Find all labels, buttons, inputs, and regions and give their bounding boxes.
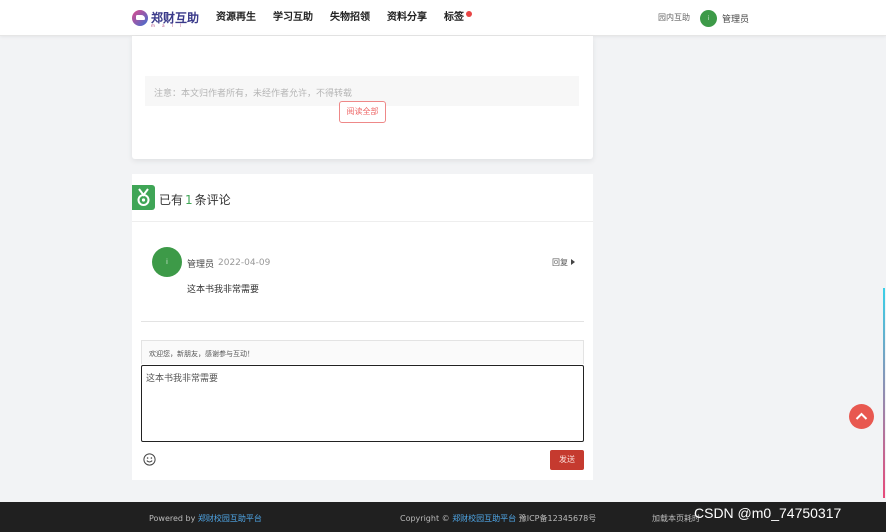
medal-icon [132, 185, 155, 210]
read-all-button[interactable]: 阅读全部 [339, 101, 386, 123]
top-navbar: 郑财互助 m a l l 资源再生 学习互助 失物招领 资料分享 标签 园内互助… [0, 0, 886, 36]
comment-greeting: 欢迎您，新朋友，感谢参与互动！ [141, 340, 584, 364]
main-nav: 资源再生 学习互助 失物招领 资料分享 标签 [216, 0, 481, 36]
csdn-watermark: CSDN @m0_74750317 [694, 505, 842, 521]
logo-subtext: m a l l [151, 23, 185, 28]
scroll-to-top-button[interactable] [849, 404, 874, 429]
chevron-up-icon [855, 412, 868, 420]
article-card: 注意：本文归作者所有，未经作者允许，不得转载 阅读全部 [132, 36, 593, 159]
comments-section: 已有 1 条评论 i 管理员 2022-04-09 回复 这本书我非常需要 欢迎您，… [132, 174, 593, 480]
commenter-name[interactable]: 管理员 [187, 257, 214, 270]
nav-item-resources[interactable]: 资源再生 [216, 0, 256, 36]
footer-copyright-prefix: Copyright © [400, 514, 450, 523]
footer-copyright-link[interactable]: 郑财校园互助平台 [452, 514, 516, 523]
campus-help-link[interactable]: 园内互助 [658, 12, 690, 23]
footer-powered-prefix: Powered by [149, 514, 196, 523]
nav-item-materials[interactable]: 资料分享 [387, 0, 427, 36]
nav-item-tags[interactable]: 标签 [444, 0, 472, 36]
comment-input[interactable]: 这本书我非常需要 [141, 365, 584, 442]
comments-count: 1 [185, 193, 193, 207]
site-logo[interactable]: 郑财互助 m a l l [132, 8, 199, 28]
user-avatar[interactable]: i [700, 10, 717, 27]
emoji-icon[interactable] [143, 451, 156, 466]
logo-icon [132, 10, 148, 26]
user-name[interactable]: 管理员 [722, 12, 749, 25]
footer-copyright: Copyright © 郑财校园互助平台 豫ICP备12345678号 [400, 513, 596, 524]
comments-heading-prefix: 已有 [159, 193, 184, 207]
comments-heading: 已有 1 条评论 [159, 191, 231, 208]
comment-date: 2022-04-09 [218, 258, 271, 268]
nav-item-study[interactable]: 学习互助 [273, 0, 313, 36]
notification-dot-icon [466, 11, 472, 17]
commenter-avatar[interactable]: i [152, 247, 182, 277]
reply-button[interactable]: 回复 [552, 257, 575, 268]
nav-item-lost-found[interactable]: 失物招领 [330, 0, 370, 36]
comment-text: 这本书我非常需要 [187, 285, 260, 295]
divider [141, 321, 584, 322]
footer-load-time: 加载本页耗时 [652, 514, 700, 523]
footer-powered-link[interactable]: 郑财校园互助平台 [198, 514, 262, 523]
footer-powered: Powered by 郑财校园互助平台 [149, 513, 262, 524]
send-button[interactable]: 发送 [550, 450, 584, 470]
footer-icp[interactable]: 豫ICP备12345678号 [519, 514, 597, 523]
nav-item-tags-label: 标签 [444, 12, 464, 23]
divider [132, 221, 593, 222]
comments-heading-suffix: 条评论 [194, 193, 231, 207]
copyright-notice-text: 注意：本文归作者所有，未经作者允许，不得转载 [154, 89, 353, 99]
scrollbar-edge [883, 288, 885, 498]
